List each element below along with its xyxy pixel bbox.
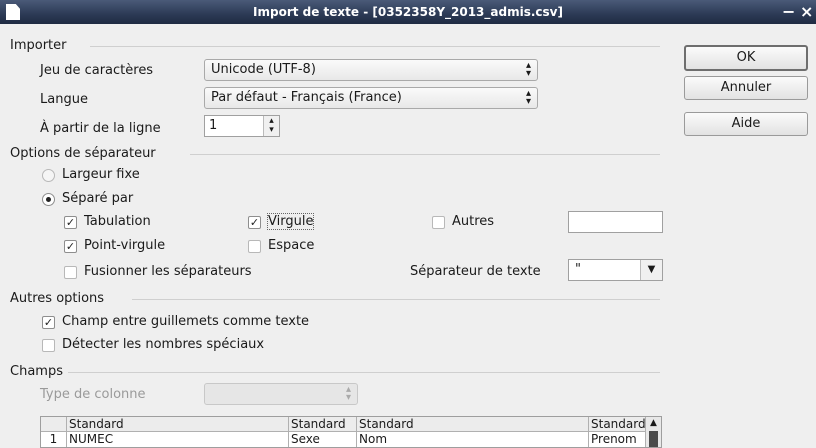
- space-label[interactable]: Espace: [268, 238, 314, 253]
- from-line-label: À partir de la ligne: [40, 121, 161, 136]
- title-bar: Import de texte - [0352358Y_2013_admis.c…: [0, 0, 816, 24]
- quoted-as-text-checkbox[interactable]: ✓: [42, 316, 55, 329]
- space-checkbox[interactable]: [248, 240, 261, 253]
- section-other-options-title: Autres options: [10, 291, 105, 306]
- divider: [190, 154, 660, 155]
- tab-label[interactable]: Tabulation: [84, 214, 151, 229]
- corner-cell: [41, 417, 67, 432]
- cancel-button[interactable]: Annuler: [684, 76, 808, 100]
- close-icon[interactable]: ×: [800, 2, 813, 21]
- separated-by-label[interactable]: Séparé par: [62, 191, 133, 206]
- section-fields-title: Champs: [10, 364, 63, 379]
- scroll-thumb[interactable]: [649, 431, 658, 447]
- chevron-down-icon[interactable]: ▼: [640, 260, 662, 280]
- text-delimiter-label: Séparateur de texte: [410, 264, 541, 279]
- column-header[interactable]: Standard: [289, 417, 357, 432]
- from-line-spinner[interactable]: 1 ▴ ▾: [204, 115, 280, 137]
- merge-checkbox[interactable]: [64, 266, 77, 279]
- other-separator-input[interactable]: [568, 211, 663, 233]
- column-type-select[interactable]: ▴ ▾: [204, 383, 358, 405]
- language-value: Par défaut - Français (France): [211, 90, 402, 105]
- language-label: Langue: [40, 92, 88, 107]
- updown-arrow-icon: ▴ ▾: [525, 60, 531, 79]
- divider: [68, 372, 660, 373]
- fixed-width-label[interactable]: Largeur fixe: [62, 167, 140, 182]
- section-importer-title: Importer: [10, 38, 67, 53]
- row-number: 1: [41, 432, 67, 447]
- table-cell: Sexe: [289, 432, 357, 447]
- separated-by-radio[interactable]: [42, 193, 55, 206]
- semicolon-label[interactable]: Point-virgule: [84, 238, 165, 253]
- comma-label[interactable]: Virgule: [266, 213, 315, 230]
- updown-arrow-icon: ▴ ▾: [525, 88, 531, 107]
- charset-value: Unicode (UTF-8): [211, 62, 316, 77]
- other-label[interactable]: Autres: [452, 214, 494, 229]
- table-cell: NUMEC: [67, 432, 289, 447]
- updown-arrow-icon: ▴ ▾: [345, 384, 351, 403]
- minimize-icon[interactable]: −: [782, 2, 795, 21]
- divider: [90, 46, 660, 47]
- charset-select[interactable]: Unicode (UTF-8) ▴ ▾: [204, 59, 538, 81]
- table-cell: Prenom: [589, 432, 647, 447]
- scroll-up-icon[interactable]: ▲: [646, 417, 661, 429]
- window-title: Import de texte - [0352358Y_2013_admis.c…: [253, 5, 563, 19]
- detect-special-checkbox[interactable]: [42, 339, 55, 352]
- column-header[interactable]: Standard: [357, 417, 589, 432]
- fixed-width-radio[interactable]: [42, 169, 55, 182]
- vertical-scrollbar[interactable]: ▲: [645, 417, 661, 447]
- merge-label[interactable]: Fusionner les séparateurs: [84, 264, 252, 279]
- table-cell: Nom: [357, 432, 589, 447]
- column-header[interactable]: Standard: [67, 417, 289, 432]
- charset-label: Jeu de caractères: [40, 63, 154, 78]
- language-select[interactable]: Par défaut - Français (France) ▴ ▾: [204, 87, 538, 109]
- preview-table[interactable]: Standard Standard Standard Standard 1 NU…: [40, 416, 662, 448]
- text-delimiter-select[interactable]: " ▼: [568, 259, 663, 281]
- spin-arrows-icon[interactable]: ▴ ▾: [263, 116, 279, 136]
- column-type-label: Type de colonne: [40, 387, 146, 402]
- column-header[interactable]: Standard: [589, 417, 647, 432]
- semicolon-checkbox[interactable]: ✓: [64, 240, 77, 253]
- comma-checkbox[interactable]: ✓: [248, 216, 261, 229]
- divider: [132, 299, 660, 300]
- quoted-as-text-label[interactable]: Champ entre guillemets comme texte: [62, 314, 309, 329]
- text-delimiter-value: ": [575, 262, 581, 277]
- tab-checkbox[interactable]: ✓: [64, 216, 77, 229]
- ok-button[interactable]: OK: [684, 45, 808, 71]
- help-button[interactable]: Aide: [684, 112, 808, 136]
- from-line-value: 1: [209, 118, 218, 133]
- other-checkbox[interactable]: [432, 216, 445, 229]
- detect-special-label[interactable]: Détecter les nombres spéciaux: [62, 337, 264, 352]
- section-separator-title: Options de séparateur: [10, 146, 156, 161]
